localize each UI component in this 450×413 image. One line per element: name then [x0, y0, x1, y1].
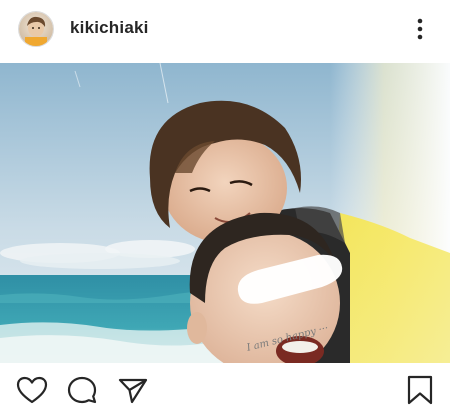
username[interactable]: kikichiaki	[70, 18, 149, 38]
paper-plane-icon[interactable]	[117, 375, 149, 405]
avatar-image	[19, 12, 53, 46]
post-photo[interactable]: I am so happy ···	[0, 63, 450, 363]
bookmark-icon[interactable]	[404, 375, 436, 405]
comment-bubble-icon[interactable]	[66, 375, 98, 405]
post-header: kikichiaki	[0, 0, 450, 60]
instagram-post: kikichiaki I am so happy ···	[0, 0, 450, 413]
heart-icon[interactable]	[16, 375, 48, 405]
more-options-icon[interactable]	[408, 14, 432, 44]
action-bar	[0, 365, 450, 413]
avatar[interactable]	[18, 11, 54, 47]
beach-selfie-photo	[0, 63, 450, 363]
